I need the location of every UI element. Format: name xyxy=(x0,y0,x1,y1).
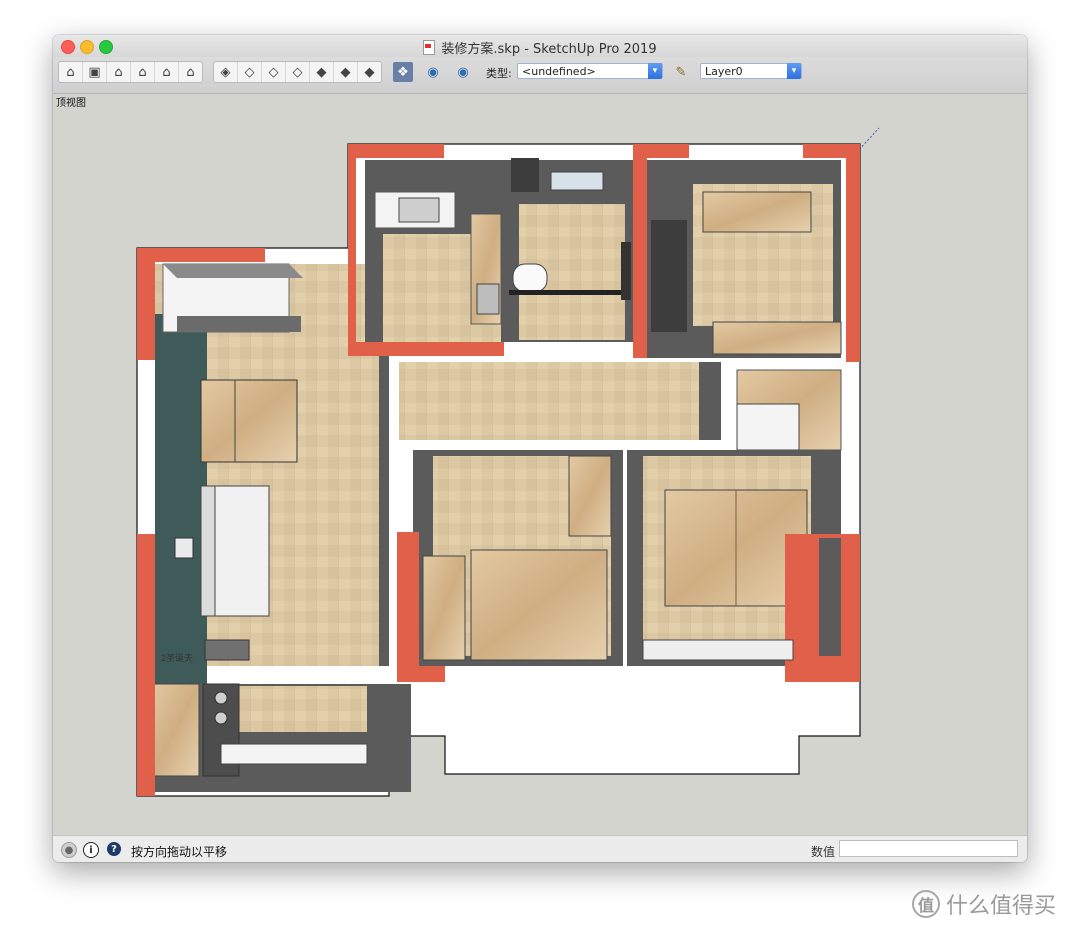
accent-wall-bed2-bottom xyxy=(397,666,445,682)
accent-wall-bed1-right xyxy=(846,144,860,362)
component-type-value: <undefined> xyxy=(522,65,596,78)
help-icon[interactable]: ? xyxy=(107,842,121,856)
monochrome-icon[interactable]: ◆ xyxy=(333,62,357,82)
accent-wall-living-top-edge xyxy=(137,248,265,262)
credits-icon[interactable]: i xyxy=(83,842,99,858)
accent-wall-living-bottom xyxy=(137,534,155,796)
left-view-icon[interactable]: ⌂ xyxy=(178,62,202,82)
xray-icon[interactable]: ◈ xyxy=(214,62,237,82)
layer-manager-icon[interactable]: ✎ xyxy=(671,62,691,82)
room-label: 2圣诞夫 xyxy=(161,652,193,663)
tv-console xyxy=(204,639,250,661)
accent-wall-bed1-left xyxy=(633,144,647,358)
accent-wall-bed2-left xyxy=(397,532,419,682)
layer-value: Layer0 xyxy=(705,65,743,78)
iso-view-icon[interactable]: ⌂ xyxy=(59,62,82,82)
cabinet-base xyxy=(177,316,301,332)
accent-wall-kitchen-top xyxy=(348,144,444,158)
bathroom-cabinet xyxy=(511,158,539,192)
feature-wall xyxy=(155,314,207,684)
cabinet-shadow xyxy=(163,264,303,278)
views-toolbar-group: ⌂ ▣ ⌂ ⌂ ⌂ ⌂ xyxy=(58,61,203,83)
chevron-down-icon: ▾ xyxy=(787,63,801,79)
back-view-icon[interactable]: ⌂ xyxy=(154,62,178,82)
accent-wall-kitchen-left xyxy=(348,144,356,342)
front-view-icon[interactable]: ⌂ xyxy=(106,62,130,82)
drawing-viewport[interactable]: 顶视图 2圣诞夫 xyxy=(53,94,1027,835)
dining-table xyxy=(200,379,298,463)
watermark-badge: 值 xyxy=(912,890,940,918)
toolbar: ⌂ ▣ ⌂ ⌂ ⌂ ⌂ ◈ ◇ ◇ ◇ ◆ ◆ ◆ ❖ ◉ ◉ 类型: <und… xyxy=(53,57,1027,94)
shaded-icon[interactable]: ◇ xyxy=(285,62,309,82)
sketchup-window: 装修方案.skp - SketchUp Pro 2019 ⌂ ▣ ⌂ ⌂ ⌂ ⌂… xyxy=(53,35,1027,862)
component-type-label: 类型: xyxy=(486,67,512,80)
balcony-cabinet xyxy=(150,683,200,777)
title-bar[interactable]: 装修方案.skp - SketchUp Pro 2019 xyxy=(53,35,1027,57)
balcony-sill xyxy=(220,743,368,765)
status-bar: ● i ? 按方向拖动以平移 数值 xyxy=(53,835,1027,862)
status-hint: 按方向拖动以平移 xyxy=(131,845,228,859)
wireframe-icon[interactable]: ◇ xyxy=(237,62,261,82)
watermark: 值 什么值得买 xyxy=(912,888,1056,920)
wall-switch xyxy=(174,537,194,559)
measurements-input[interactable] xyxy=(839,840,1018,857)
styles-toolbar-group: ◈ ◇ ◇ ◇ ◆ ◆ ◆ xyxy=(213,61,382,83)
bedroom1-wardrobe xyxy=(651,220,687,332)
accent-wall-bed3-bottom xyxy=(785,666,860,682)
make-component-icon[interactable]: ❖ xyxy=(393,62,413,82)
storage-shelves xyxy=(736,403,800,451)
watermark-text: 什么值得买 xyxy=(946,894,1057,919)
bedroom2-desk xyxy=(568,455,612,537)
bedroom2-bed xyxy=(470,549,608,661)
kitchen-sink xyxy=(398,197,440,223)
shower-door xyxy=(621,242,631,300)
bedroom2-nightstand xyxy=(422,555,466,661)
corridor-end-wall xyxy=(699,362,721,440)
right-view-icon[interactable]: ⌂ xyxy=(130,62,154,82)
bedroom3-window-sill xyxy=(642,639,794,661)
bedroom1-shelf xyxy=(712,321,842,355)
accent-wall-living-top xyxy=(137,248,155,360)
geo-location-icon[interactable]: ● xyxy=(61,842,77,858)
document-icon xyxy=(423,40,436,55)
fridge xyxy=(476,283,500,315)
toilet xyxy=(512,263,548,293)
shaded-textures-icon[interactable]: ◆ xyxy=(309,62,333,82)
hidden-line-icon[interactable]: ◇ xyxy=(261,62,285,82)
accent-wall-kitchen-bottom xyxy=(348,342,504,356)
bedroom1-desk xyxy=(702,191,812,233)
back-edges-icon[interactable]: ◆ xyxy=(357,62,381,82)
bathtub xyxy=(550,171,604,191)
corridor-floor xyxy=(399,362,721,440)
layer-select[interactable]: Layer0 ▾ xyxy=(700,63,802,79)
window-title-wrap: 装修方案.skp - SketchUp Pro 2019 xyxy=(53,38,1027,57)
floor-plan-model[interactable]: 2圣诞夫 xyxy=(53,94,1027,835)
top-view-icon[interactable]: ▣ xyxy=(82,62,106,82)
component-options-icon[interactable]: ◉ xyxy=(423,62,443,82)
component-type-select[interactable]: <undefined> ▾ xyxy=(517,63,663,79)
shower-rail xyxy=(509,290,625,295)
window-title: 装修方案.skp - SketchUp Pro 2019 xyxy=(441,42,657,57)
component-attributes-icon[interactable]: ◉ xyxy=(453,62,473,82)
chevron-down-icon: ▾ xyxy=(648,63,662,79)
balcony-floor xyxy=(239,686,367,732)
measurements-label: 数值 xyxy=(811,845,836,859)
